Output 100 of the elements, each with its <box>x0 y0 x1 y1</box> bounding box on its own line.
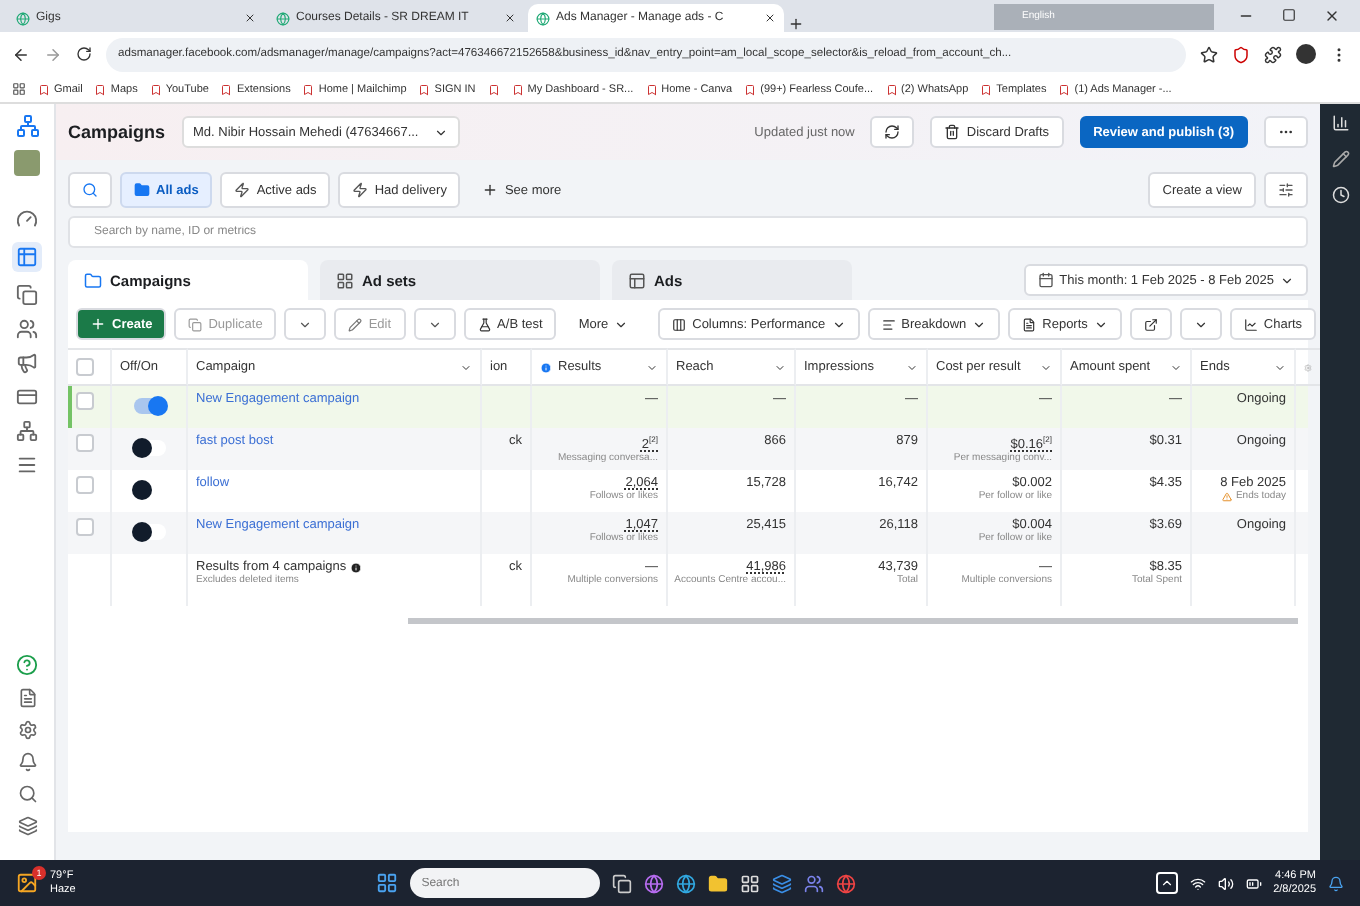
export-button[interactable] <box>1129 308 1172 340</box>
close-icon <box>1324 8 1340 24</box>
bolt-icon <box>234 182 251 198</box>
gauge-icon <box>16 208 38 230</box>
bookmark-icon <box>744 83 757 95</box>
app-icon <box>643 873 664 893</box>
breakdown-icon <box>881 317 896 331</box>
clock-icon <box>1331 186 1349 204</box>
bookmark-icon <box>302 83 315 95</box>
sort-icon <box>774 361 786 373</box>
warning-icon <box>1221 491 1232 501</box>
card-icon <box>16 386 38 408</box>
reload-icon <box>76 46 92 62</box>
caret-icon <box>1280 273 1294 287</box>
caret-icon <box>831 317 846 331</box>
sliders-icon <box>1278 182 1294 198</box>
bell-icon <box>1328 875 1345 891</box>
caret-icon <box>298 317 313 331</box>
plus-icon <box>90 316 106 332</box>
site-icon <box>276 11 290 25</box>
toggle-switch[interactable] <box>133 398 165 414</box>
sort-icon <box>460 361 472 373</box>
windows-icon <box>375 872 398 894</box>
folder-icon <box>707 873 728 893</box>
tab-icon <box>628 271 646 289</box>
site-icon <box>16 11 30 25</box>
menu-icon <box>16 454 38 476</box>
pencil-icon <box>1331 150 1349 168</box>
caret-icon <box>434 125 449 139</box>
checkbox[interactable] <box>76 392 94 410</box>
document-icon <box>17 688 37 708</box>
back-icon <box>12 45 30 63</box>
search-button[interactable] <box>68 172 112 208</box>
maximize-icon <box>1282 8 1296 22</box>
sidebar-item[interactable] <box>12 242 42 272</box>
copy-icon <box>188 317 203 331</box>
tab-icon <box>336 271 354 289</box>
network-icon <box>16 420 38 442</box>
battery-icon <box>1245 875 1262 891</box>
sort-icon <box>1170 361 1182 373</box>
toggle-switch[interactable] <box>133 440 165 456</box>
close-icon <box>764 12 776 24</box>
help-icon <box>16 654 38 676</box>
chart-icon <box>1243 317 1258 331</box>
sort-icon <box>906 361 918 373</box>
settings-icon <box>1304 361 1312 373</box>
close-icon <box>244 12 256 24</box>
search-icon <box>17 784 37 804</box>
filter-settings-button[interactable] <box>1264 172 1308 208</box>
page-title: Campaigns <box>68 122 166 142</box>
caret-icon <box>972 317 987 331</box>
megaphone-icon <box>16 352 38 374</box>
flask-icon <box>477 317 492 331</box>
search-icon <box>82 182 98 198</box>
report-icon <box>1022 317 1037 331</box>
plus-icon <box>482 182 499 198</box>
bookmark-icon <box>94 83 107 95</box>
refresh-icon <box>884 124 901 140</box>
sort-icon <box>1040 361 1052 373</box>
pages-icon <box>16 284 38 306</box>
sort-icon <box>646 361 658 373</box>
bookmark-icon <box>645 83 658 95</box>
browser-icon <box>675 873 696 893</box>
tray-button[interactable] <box>1155 872 1178 894</box>
layers-icon <box>17 816 37 836</box>
checkbox[interactable] <box>76 476 94 494</box>
caret-icon <box>1093 317 1108 331</box>
bookmark-icon <box>149 83 162 95</box>
task-view-icon <box>611 873 632 893</box>
extensions-icon <box>1264 45 1282 63</box>
info-icon <box>540 361 552 373</box>
checkbox[interactable] <box>76 434 94 452</box>
bookmark-icon <box>980 83 993 95</box>
pencil-icon <box>348 317 363 331</box>
checkbox[interactable] <box>76 518 94 536</box>
calendar-icon <box>1037 272 1054 288</box>
sort-icon <box>1274 361 1286 373</box>
star-icon <box>1200 45 1218 63</box>
bookmark-icon <box>38 83 50 95</box>
caret-icon <box>427 317 442 331</box>
table-icon <box>16 246 38 268</box>
info-icon <box>350 561 363 573</box>
settings-icon <box>17 720 37 740</box>
caret-icon <box>614 317 629 331</box>
forward-icon <box>44 45 62 63</box>
export-icon <box>1143 317 1158 331</box>
bookmark-icon <box>885 83 898 95</box>
trash-icon <box>944 124 961 140</box>
bookmark-icon <box>1058 83 1071 95</box>
bell-icon <box>17 752 37 772</box>
volume-icon <box>1217 875 1234 891</box>
refresh-button[interactable] <box>870 116 915 148</box>
folder-icon <box>134 182 150 198</box>
users-icon <box>16 318 38 340</box>
checkbox[interactable] <box>76 358 94 376</box>
toggle-switch[interactable] <box>133 524 165 540</box>
columns-icon <box>672 317 687 331</box>
profile-avatar[interactable] <box>1296 44 1316 64</box>
avatar-placeholder <box>14 150 40 176</box>
chart-icon <box>1331 114 1349 132</box>
